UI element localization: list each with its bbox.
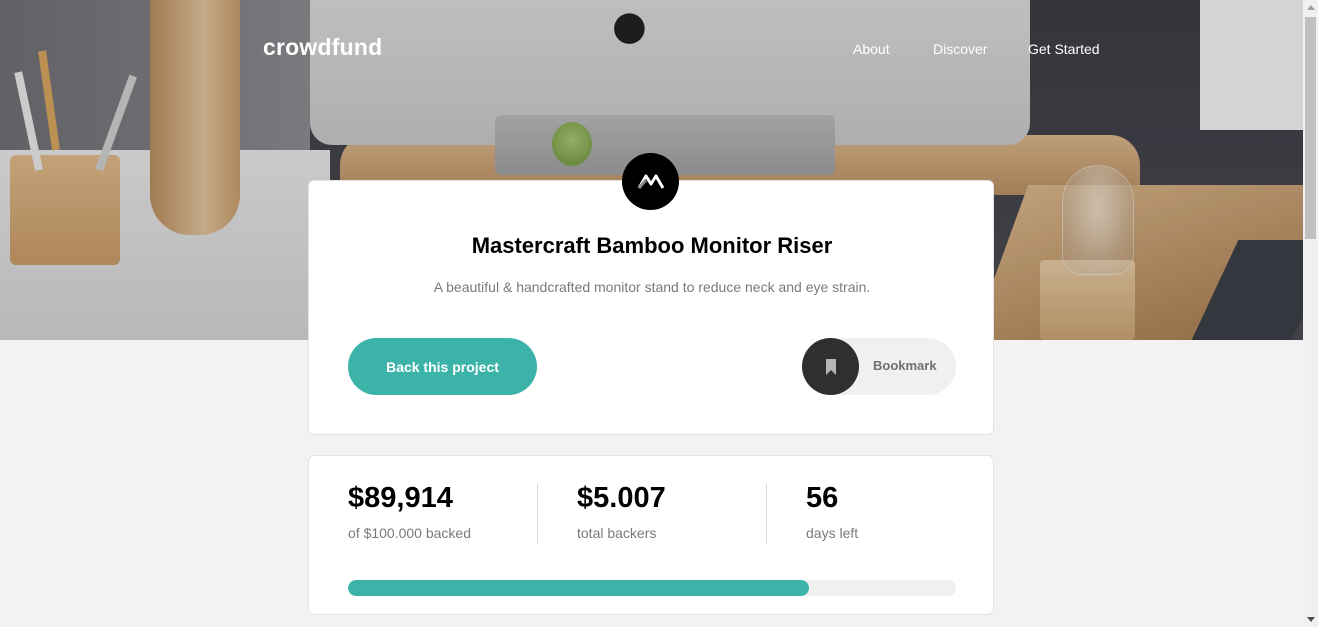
- stat-days-label: days left: [806, 525, 859, 541]
- funding-progress-fill: [348, 580, 810, 596]
- stat-backers-label: total backers: [577, 525, 657, 541]
- vertical-scrollbar[interactable]: [1303, 0, 1318, 627]
- funding-progress-bar: [348, 580, 956, 596]
- stat-backed-value: $89,914: [348, 482, 453, 514]
- mastercraft-logo-icon: [622, 153, 679, 210]
- scroll-thumb[interactable]: [1305, 17, 1316, 239]
- stat-days-value: 56: [806, 482, 839, 514]
- stat-backed-label: of $100.000 backed: [348, 525, 471, 541]
- nav-get-started[interactable]: Get Started: [1028, 41, 1100, 57]
- nav-about[interactable]: About: [853, 41, 890, 57]
- stats-card: $89,914 of $100.000 backed $5.007 total …: [308, 455, 994, 615]
- project-description: A beautiful & handcrafted monitor stand …: [433, 279, 871, 295]
- stat-days-left: 56 days left: [806, 482, 858, 541]
- nav-discover[interactable]: Discover: [933, 41, 987, 57]
- bookmark-icon: [802, 338, 859, 395]
- stat-divider: [537, 484, 538, 544]
- stat-divider: [766, 484, 767, 544]
- brand-logo[interactable]: crowdfund: [263, 34, 382, 61]
- project-title: Mastercraft Bamboo Monitor Riser: [471, 233, 833, 258]
- bookmark-button[interactable]: Bookmark: [802, 338, 956, 395]
- stat-backers: $5.007 total backers: [577, 482, 666, 541]
- scroll-down-icon[interactable]: [1303, 612, 1318, 627]
- scroll-up-icon[interactable]: [1303, 0, 1318, 15]
- stat-backed: $89,914 of $100.000 backed: [348, 482, 471, 541]
- stat-backers-value: $5.007: [577, 482, 666, 514]
- back-project-button[interactable]: Back this project: [348, 338, 537, 395]
- project-card: Mastercraft Bamboo Monitor Riser A beaut…: [308, 180, 994, 435]
- bookmark-label: Bookmark: [873, 358, 937, 373]
